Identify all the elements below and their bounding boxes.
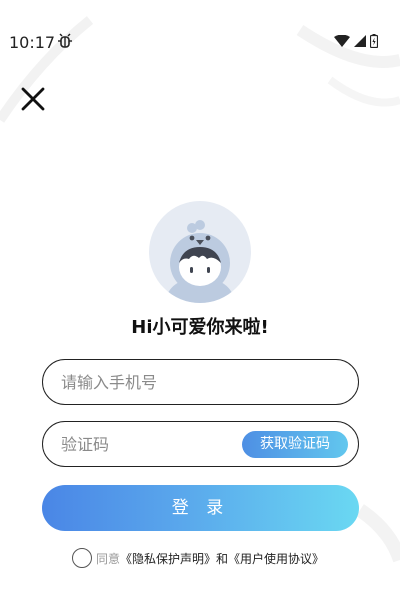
phone-field[interactable] [42,359,359,405]
terms-link[interactable]: 《用户使用协议》 [228,550,324,567]
code-input[interactable] [61,422,251,466]
status-icons [334,34,378,48]
agree-prefix: 同意 [96,551,121,566]
signal-icon [354,35,366,47]
battery-icon [370,34,378,48]
status-time: 10:17 [9,33,56,52]
agree-radio[interactable] [72,548,92,568]
agreement-row: 同意 《隐私保护声明》 和 《用户使用协议》 [72,548,324,568]
code-field[interactable]: 获取验证码 [42,421,359,467]
get-code-button[interactable]: 获取验证码 [242,431,348,458]
login-button[interactable]: 登 录 [42,485,359,531]
greeting-title: Hi小可爱你来啦! [131,317,269,338]
privacy-link[interactable]: 《隐私保护声明》 [120,550,216,567]
status-bar: 10:17 [0,0,400,60]
phone-input[interactable] [61,360,341,404]
close-icon[interactable] [19,85,47,113]
login-screen: 10:17 Hi小可爱你来啦! 请输入手机号 验证码 获取验证码 登 录 同意 … [0,0,400,600]
avatar [149,201,251,303]
debug-bug-icon [58,33,72,48]
default-avatar-icon [166,220,234,303]
wifi-icon [334,35,350,47]
agree-joiner: 和 [216,551,229,566]
